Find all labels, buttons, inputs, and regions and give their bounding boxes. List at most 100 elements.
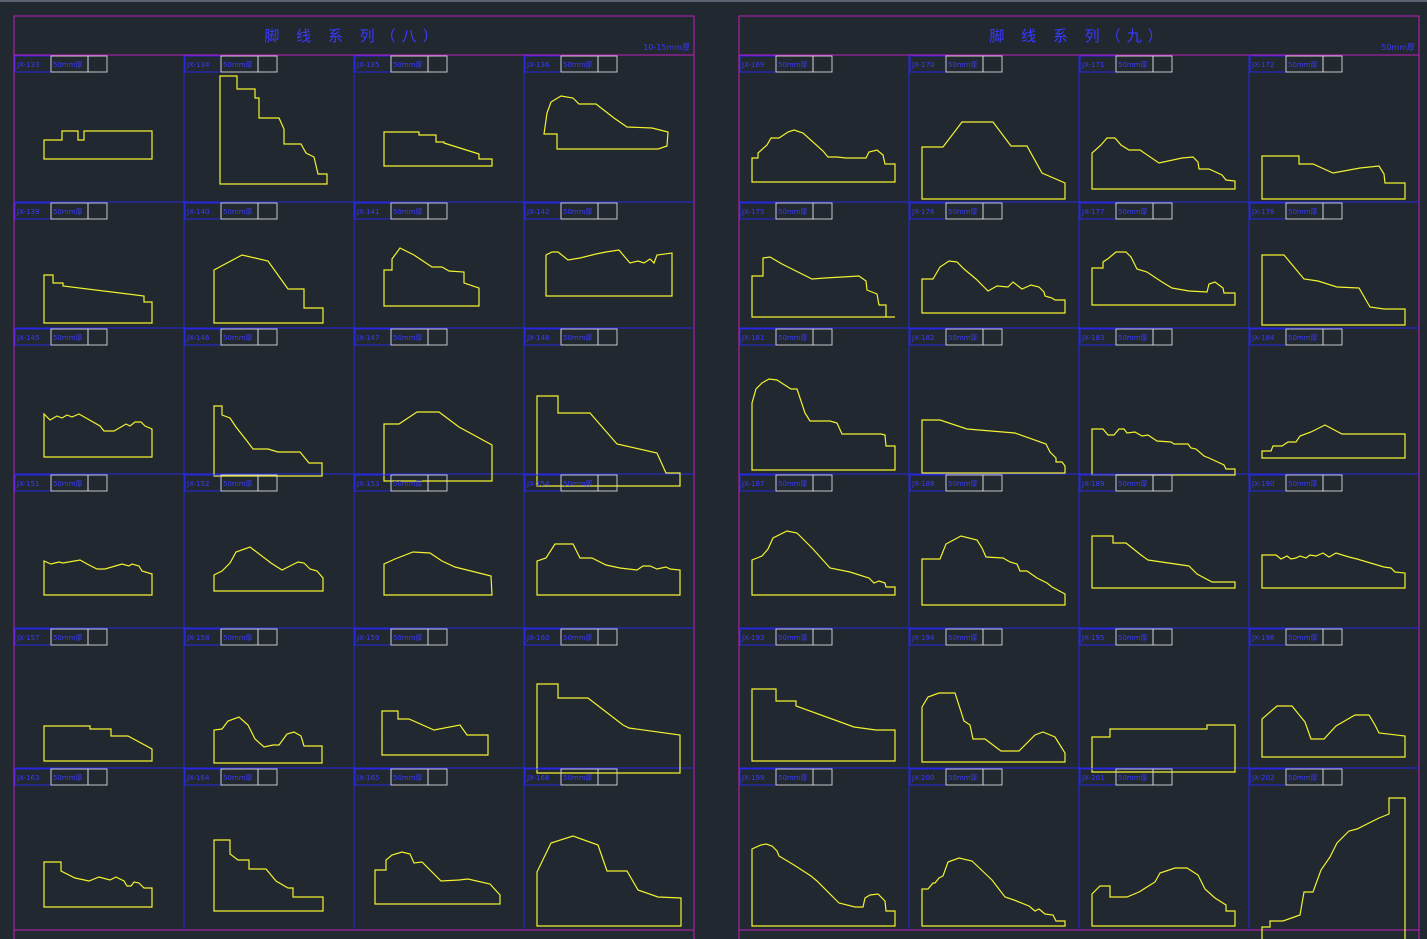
profile-cell[interactable]: JX-133 50mm厚: [14, 55, 153, 160]
blank-box: [597, 768, 618, 786]
profile-cell[interactable]: JX-153 50mm厚: [354, 474, 493, 596]
profile-thickness: 50mm厚: [223, 61, 253, 69]
molding-profile-outline: [536, 543, 681, 596]
profile-thickness: 50mm厚: [53, 61, 83, 69]
molding-profile-outline: [921, 121, 1066, 200]
molding-profile-outline: [383, 551, 493, 596]
profile-cell[interactable]: JX-178 50mm厚: [1249, 202, 1406, 326]
profile-cell[interactable]: JX-159 50mm厚: [354, 628, 489, 756]
blank-box: [812, 55, 833, 73]
blank-box: [427, 768, 448, 786]
profile-cell[interactable]: JX-157 50mm厚: [14, 628, 153, 762]
profile-thickness: 50mm厚: [1288, 774, 1318, 782]
profile-cell[interactable]: JX-142 50mm厚: [524, 202, 673, 297]
profile-code: JX-194: [911, 634, 935, 642]
cad-drawing-canvas[interactable]: 脚 线 系 列（八） 10-15mm厚 JX-133 50mm厚 JX-134 50mm厚…: [0, 0, 1427, 939]
profile-thickness: 50mm厚: [223, 774, 253, 782]
profile-cell[interactable]: JX-176 50mm厚: [909, 202, 1066, 314]
profile-cell[interactable]: JX-193 50mm厚: [739, 628, 896, 762]
profile-cell[interactable]: JX-201 50mm厚: [1079, 768, 1236, 927]
profile-cell[interactable]: JX-177 50mm厚: [1079, 202, 1236, 306]
profile-cell[interactable]: JX-171 50mm厚: [1079, 55, 1236, 190]
profile-cell[interactable]: JX-200 50mm厚: [909, 768, 1066, 927]
profile-cell[interactable]: JX-152 50mm厚: [184, 474, 324, 592]
molding-profile-outline: [1091, 724, 1236, 773]
profile-cell[interactable]: JX-163 50mm厚: [14, 768, 153, 908]
profile-cell[interactable]: JX-147 50mm厚: [354, 328, 493, 482]
molding-profile-outline: [213, 405, 323, 477]
molding-profile-outline: [751, 843, 896, 927]
profile-code: JX-152: [186, 480, 209, 488]
profile-cell[interactable]: JX-164 50mm厚: [184, 768, 324, 912]
profile-cell[interactable]: JX-195 50mm厚: [1079, 628, 1236, 773]
profile-cell[interactable]: JX-146 50mm厚: [184, 328, 323, 477]
profile-cell[interactable]: JX-140 50mm厚: [184, 202, 324, 324]
profile-cell[interactable]: JX-187 50mm厚: [739, 474, 896, 596]
profile-cell[interactable]: JX-175 50mm厚: [739, 202, 895, 318]
profile-cell[interactable]: JX-199 50mm厚: [739, 768, 896, 927]
profile-cell[interactable]: JX-166 50mm厚: [524, 768, 682, 927]
molding-profile-outline: [1091, 535, 1236, 589]
profile-cell[interactable]: JX-169 50mm厚: [739, 55, 896, 183]
molding-profile-outline: [1261, 705, 1406, 758]
profile-code: JX-145: [16, 334, 39, 342]
profile-cell[interactable]: JX-160 50mm厚: [524, 628, 681, 774]
molding-profile-outline: [751, 530, 896, 596]
molding-profile-outline: [219, 75, 328, 185]
profile-cell[interactable]: JX-184 50mm厚: [1249, 328, 1406, 459]
profile-code: JX-187: [741, 480, 764, 488]
profile-thickness: 50mm厚: [393, 208, 423, 216]
profile-cell[interactable]: JX-194 50mm厚: [909, 628, 1066, 763]
profile-code: JX-196: [1251, 634, 1275, 642]
profile-code: JX-182: [911, 334, 934, 342]
molding-profile-outline: [545, 249, 673, 297]
blank-box: [812, 202, 833, 220]
profile-cell[interactable]: JX-139 50mm厚: [14, 202, 153, 324]
profile-cell[interactable]: JX-202 50mm厚: [1249, 768, 1406, 939]
profile-cell[interactable]: JX-136 50mm厚: [524, 55, 669, 150]
profile-code: JX-175: [741, 208, 764, 216]
profile-cell[interactable]: JX-196 50mm厚: [1249, 628, 1406, 758]
blank-box: [427, 474, 448, 492]
profile-cell[interactable]: JX-141 50mm厚: [354, 202, 480, 307]
profile-cell[interactable]: JX-148 50mm厚: [524, 328, 681, 487]
profile-cell[interactable]: JX-154 50mm厚: [524, 474, 681, 596]
profile-cell[interactable]: JX-151 50mm厚: [14, 474, 153, 596]
blank-box: [1152, 328, 1173, 346]
profile-cell[interactable]: JX-134 50mm厚: [184, 55, 328, 185]
molding-profile-outline: [43, 274, 153, 324]
profile-thickness: 50mm厚: [778, 480, 808, 488]
profile-thickness: 50mm厚: [778, 61, 808, 69]
profile-code: JX-148: [526, 334, 549, 342]
profile-thickness: 50mm厚: [948, 334, 978, 342]
blank-box: [87, 768, 108, 786]
profile-cell[interactable]: JX-182 50mm厚: [909, 328, 1066, 474]
profile-cell[interactable]: JX-190 50mm厚: [1249, 474, 1406, 589]
profile-thickness: 50mm厚: [393, 634, 423, 642]
molding-profile-outline: [1091, 867, 1236, 927]
profile-thickness: 50mm厚: [53, 334, 83, 342]
profile-cell[interactable]: JX-170 50mm厚: [909, 55, 1066, 200]
profile-cell[interactable]: JX-158 50mm厚: [184, 628, 323, 764]
profile-cell[interactable]: JX-189 50mm厚: [1079, 474, 1236, 589]
profile-cell[interactable]: JX-145 50mm厚: [14, 328, 153, 458]
profile-cell[interactable]: JX-181 50mm厚: [739, 328, 896, 471]
profile-cell[interactable]: JX-188 50mm厚: [909, 474, 1066, 606]
profile-cell[interactable]: JX-172 50mm厚: [1249, 55, 1406, 200]
molding-profile-outline: [381, 710, 489, 756]
profile-thickness: 50mm厚: [948, 774, 978, 782]
profile-thickness: 50mm厚: [948, 61, 978, 69]
molding-profile-outline: [921, 535, 1066, 606]
molding-profile-outline: [1261, 797, 1406, 939]
profile-cell[interactable]: JX-183 50mm厚: [1079, 328, 1236, 476]
blank-box: [257, 628, 278, 646]
profile-code: JX-164: [186, 774, 210, 782]
blank-box: [982, 202, 1003, 220]
profile-code: JX-190: [1251, 480, 1274, 488]
profile-thickness: 50mm厚: [1288, 634, 1318, 642]
profile-cell[interactable]: JX-165 50mm厚: [354, 768, 501, 905]
profile-code: JX-136: [526, 61, 550, 69]
profile-code: JX-154: [526, 480, 550, 488]
profile-cell[interactable]: JX-135 50mm厚: [354, 55, 493, 167]
blank-box: [1152, 474, 1173, 492]
